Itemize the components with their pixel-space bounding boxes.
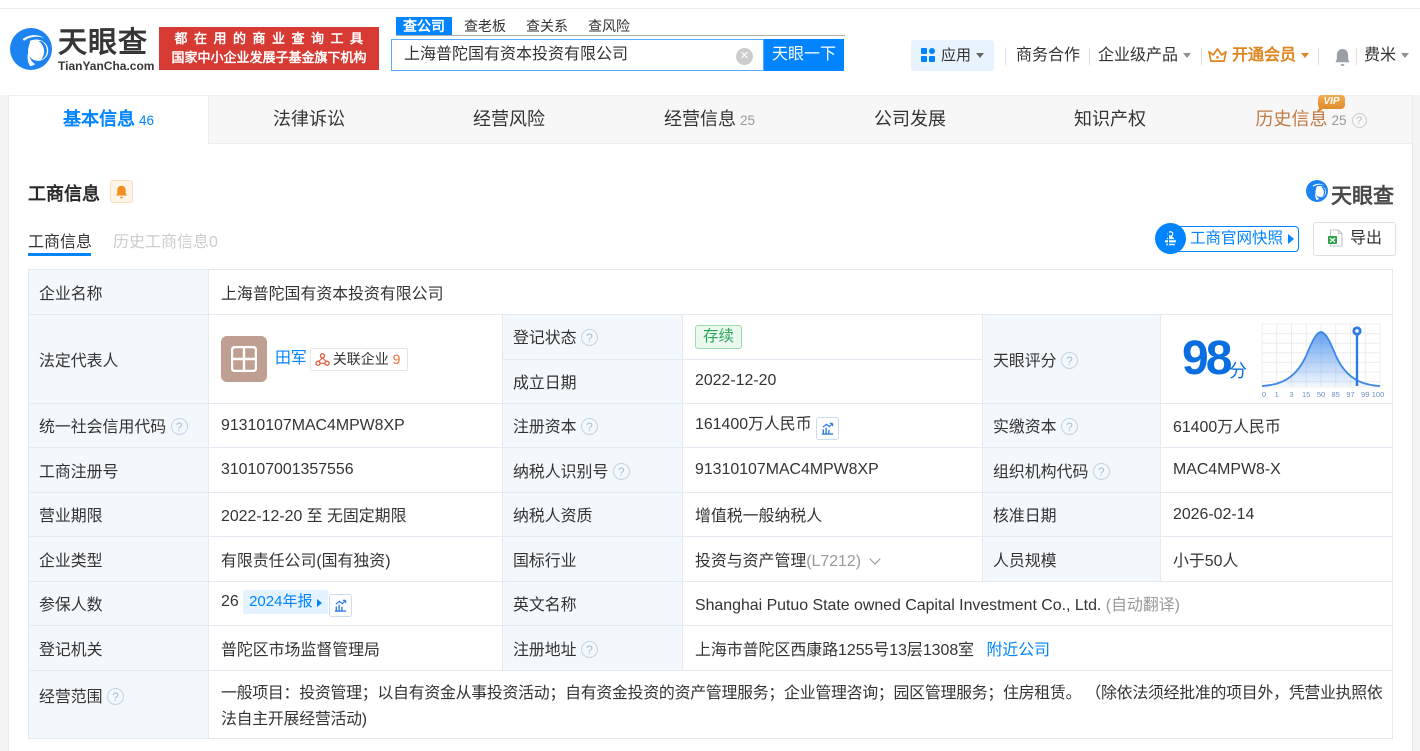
svg-text:97: 97 [1346, 390, 1354, 399]
svg-text:15: 15 [1302, 390, 1310, 399]
svg-text:100: 100 [1372, 390, 1385, 399]
svg-text:1: 1 [1275, 390, 1279, 399]
svg-text:0: 0 [1262, 390, 1266, 399]
svg-text:99: 99 [1361, 390, 1369, 399]
svg-text:85: 85 [1332, 390, 1340, 399]
svg-text:50: 50 [1317, 390, 1325, 399]
svg-text:3: 3 [1289, 390, 1293, 399]
